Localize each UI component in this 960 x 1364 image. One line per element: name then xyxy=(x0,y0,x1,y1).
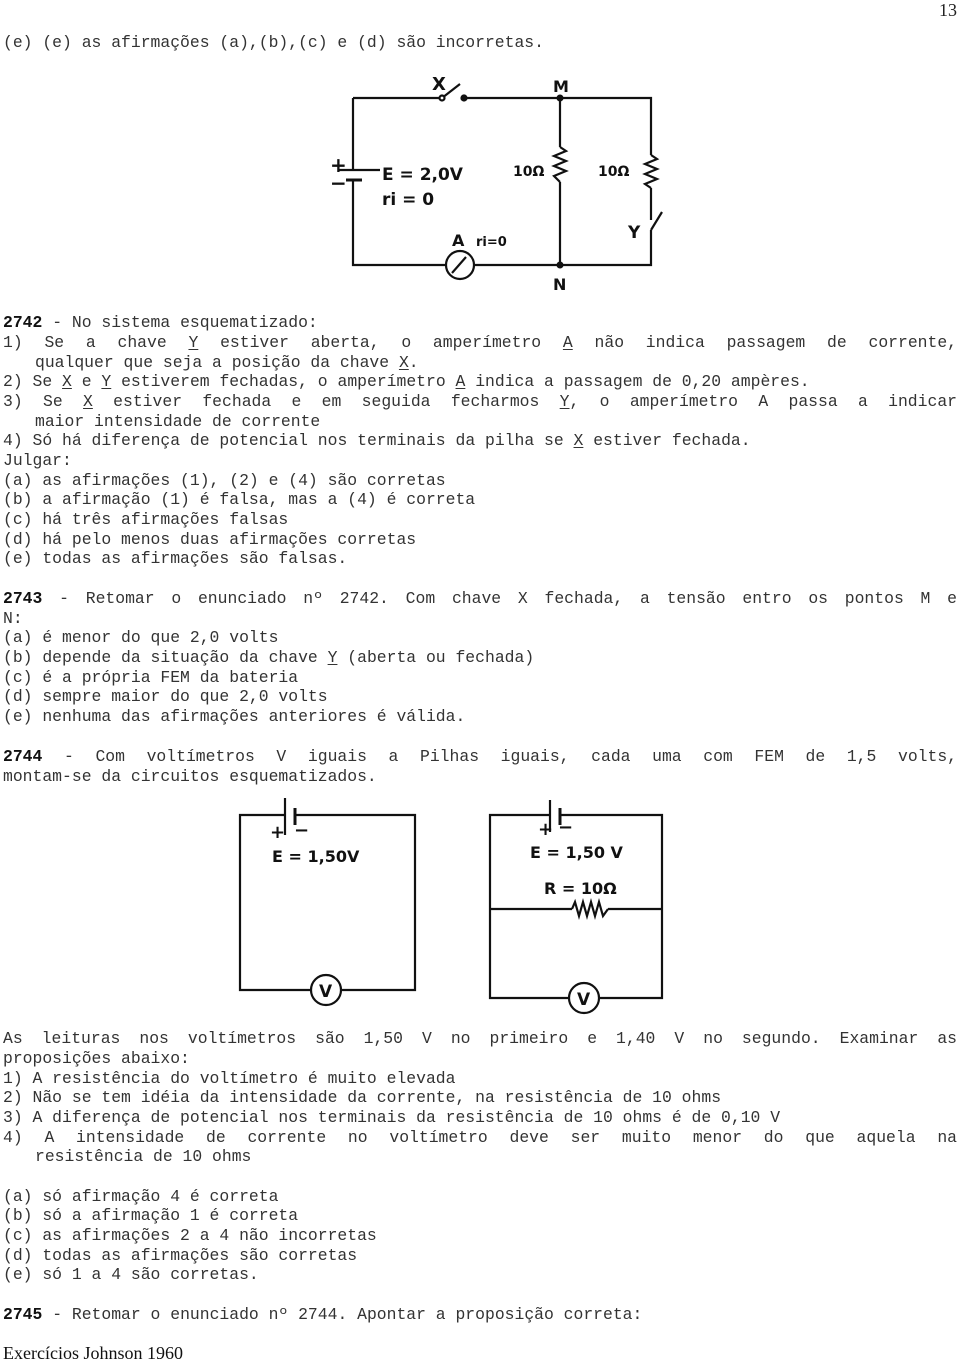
wire-loop xyxy=(238,813,417,992)
circuit-diagram-2744-a: + − E = 1,50V V xyxy=(238,798,417,1007)
resistor-2-label: 10Ω xyxy=(598,164,629,180)
readings-text-cont: proposições abaixo: xyxy=(3,1049,190,1068)
question-2744-intro: 2744 - Com voltímetros V iguais a Pilhas… xyxy=(3,747,957,766)
switch-y-label: Y xyxy=(627,223,641,243)
option-2744-e: (e) só 1 a 4 são corretas. xyxy=(3,1265,259,1284)
option-2742-e: (e) todas as afirmações são falsas. xyxy=(3,549,348,568)
emf-label: E = 1,50 V xyxy=(530,843,624,862)
option-2744-a: (a) só afirmação 4 é correta xyxy=(3,1187,279,1206)
voltmeter-label: V xyxy=(319,982,333,1002)
circuit-diagram-2744-b: + − E = 1,50 V R = 10Ω V xyxy=(488,800,664,1015)
question-2744-intro-cont: montam-se da circuitos esquematizados. xyxy=(3,767,377,786)
statement-2744-2: 2) Não se tem idéia da intensidade da co… xyxy=(3,1088,722,1107)
statement-2744-1: 1) A resistência do voltímetro é muito e… xyxy=(3,1069,456,1088)
emf-label: E = 1,50V xyxy=(272,847,360,866)
circuit-diagram-2742: X M N + − E = 2,0V ri = 0 10Ω 10Ω Y A ri… xyxy=(330,74,663,294)
option-2742-b: (b) a afirmação (1) é falsa, mas a (4) é… xyxy=(3,490,476,509)
ammeter-resistance-label: ri=0 xyxy=(476,235,507,250)
resistor-1 xyxy=(551,146,569,183)
node-n-label: N xyxy=(553,275,566,294)
battery-plus-label: + xyxy=(538,819,553,840)
statement-2744-3: 3) A diferença de potencial nos terminai… xyxy=(3,1108,781,1127)
question-2743-intro: 2743 - Retomar o enunciado nº 2742. Com … xyxy=(3,589,957,608)
option-2743-a: (a) é menor do que 2,0 volts xyxy=(3,628,279,647)
node-m-label: M xyxy=(553,77,569,96)
internal-resistance-label: ri = 0 xyxy=(382,190,434,210)
option-2743-d: (d) sempre maior do que 2,0 volts xyxy=(3,687,328,706)
voltmeter-label: V xyxy=(577,990,591,1010)
resistor xyxy=(570,897,609,921)
battery-plus-label: + xyxy=(270,822,285,843)
switch-y-blade xyxy=(650,211,663,231)
option-2743-c: (c) é a própria FEM da bateria xyxy=(3,668,299,687)
judge-label: Julgar: xyxy=(3,451,72,470)
option-2743-e: (e) nenhuma das afirmações anteriores é … xyxy=(3,707,466,726)
statement-2742-3-cont: maior intensidade de corrente xyxy=(35,412,321,431)
option-2744-c: (c) as afirmações 2 a 4 não incorretas xyxy=(3,1226,377,1245)
footer-source: Exercícios Johnson 1960 xyxy=(3,1343,183,1363)
statement-2742-1-cont: qualquer que seja a posição da chave X. xyxy=(35,353,419,372)
node-n-dot xyxy=(556,261,564,269)
switch-x-label: X xyxy=(432,74,446,95)
question-2742-intro: 2742 - No sistema esquematizado: xyxy=(3,313,318,332)
battery-minus-label: − xyxy=(558,817,573,838)
resistor-2 xyxy=(642,154,660,189)
option-2743-b: (b) depende da situação da chave Y (aber… xyxy=(3,648,535,667)
battery-minus-label: − xyxy=(330,171,347,195)
statement-2744-4: 4) A intensidade de corrente no voltímet… xyxy=(3,1128,957,1147)
statement-2742-2: 2) Se X e Y estiverem fechadas, o amperí… xyxy=(3,372,810,391)
ammeter-label: A xyxy=(452,231,465,250)
statement-2742-3: 3) Se X estiver fechada e em seguida fec… xyxy=(3,392,957,411)
wire-top-right xyxy=(464,96,653,155)
question-2743-intro-cont: N: xyxy=(3,609,23,628)
resistor-1-label: 10Ω xyxy=(513,164,544,180)
statement-2744-4-cont: resistência de 10 ohms xyxy=(35,1147,252,1166)
option-2744-d: (d) todas as afirmações são corretas xyxy=(3,1246,358,1265)
option-2742-d: (d) há pelo menos duas afirmações corret… xyxy=(3,530,417,549)
option-2742-a: (a) as afirmações (1), (2) e (4) são cor… xyxy=(3,471,446,490)
option-2744-b: (b) só a afirmação 1 é correta xyxy=(3,1206,299,1225)
statement-2742-1: 1) Se a chave Y estiver aberta, o amperí… xyxy=(3,333,958,352)
readings-text: As leituras nos voltímetros são 1,50 V n… xyxy=(3,1029,957,1048)
switch-x-contact xyxy=(438,94,446,102)
resistor-label: R = 10Ω xyxy=(544,879,617,898)
battery-minus-label: − xyxy=(294,820,309,841)
option-2742-c: (c) há três afirmações falsas xyxy=(3,510,289,529)
question-2745-intro: 2745 - Retomar o enunciado nº 2744. Apon… xyxy=(3,1305,643,1324)
statement-2742-4: 4) Só há diferença de potencial nos term… xyxy=(3,431,751,450)
ammeter-needle xyxy=(451,256,467,274)
previous-question-tail: (e) (e) as afirmações (a),(b),(c) e (d) … xyxy=(3,33,544,52)
page-number: 13 xyxy=(939,0,957,20)
emf-label: E = 2,0V xyxy=(382,165,464,185)
